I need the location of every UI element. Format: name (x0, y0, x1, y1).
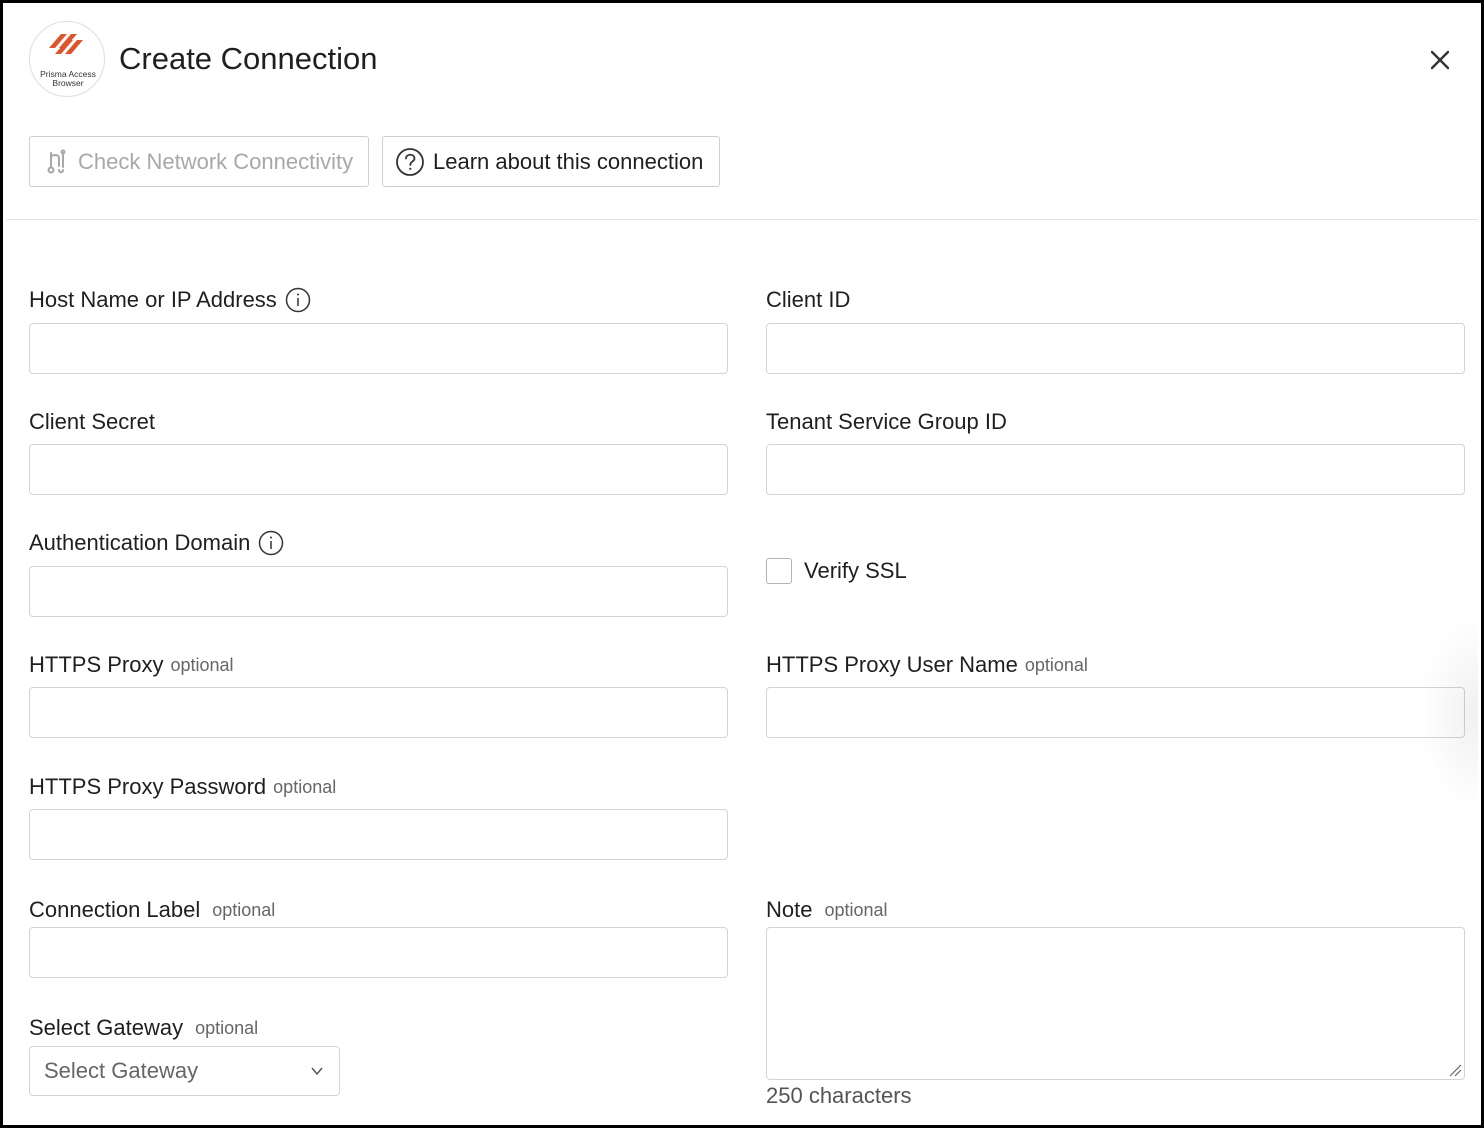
note-label-text: Note (766, 897, 813, 922)
info-icon[interactable] (285, 287, 311, 313)
authentication-domain-label-text: Authentication Domain (29, 530, 251, 555)
learn-about-connection-button[interactable]: Learn about this connection (382, 136, 720, 187)
connection-label-label: Connection Label optional (29, 896, 275, 924)
gateway-select[interactable]: Select Gateway (29, 1046, 340, 1096)
tenant-service-group-id-label-text: Tenant Service Group ID (766, 409, 1007, 434)
client-id-label: Client ID (766, 286, 850, 314)
close-button[interactable] (1423, 43, 1457, 77)
resize-handle-icon[interactable] (1448, 1063, 1462, 1077)
info-icon[interactable] (258, 530, 284, 556)
optional-tag: optional (212, 900, 276, 920)
host-name-label: Host Name or IP Address (29, 286, 311, 314)
https-proxy-password-input[interactable] (29, 809, 728, 860)
client-id-label-text: Client ID (766, 287, 851, 312)
header-divider (6, 219, 1478, 220)
note-character-counter: 250 characters (766, 1083, 912, 1108)
question-circle-icon (395, 147, 425, 177)
chevron-down-icon (311, 1067, 323, 1076)
check-network-connectivity-button[interactable]: Check Network Connectivity (29, 136, 369, 187)
connection-label-label-text: Connection Label (29, 897, 201, 922)
tenant-service-group-id-input[interactable] (766, 444, 1465, 495)
client-secret-label-text: Client Secret (29, 409, 155, 434)
https-proxy-user-name-label: HTTPS Proxy User Name optional (766, 651, 1088, 679)
select-gateway-label-text: Select Gateway (29, 1015, 184, 1040)
optional-tag: optional (195, 1018, 259, 1038)
client-id-input[interactable] (766, 323, 1465, 374)
learn-about-connection-label: Learn about this connection (433, 148, 704, 174)
connection-label-input[interactable] (29, 927, 728, 978)
https-proxy-password-label-text: HTTPS Proxy Password (29, 774, 267, 799)
https-proxy-label: HTTPS Proxy optional (29, 651, 234, 679)
network-connectivity-icon (44, 149, 70, 175)
logo-text-line2: Browser (52, 78, 84, 88)
client-secret-input[interactable] (29, 444, 728, 495)
optional-tag: optional (273, 777, 337, 797)
authentication-domain-label: Authentication Domain (29, 529, 284, 557)
prisma-access-browser-logo: Prisma Access Browser (29, 21, 105, 97)
note-textarea[interactable] (766, 927, 1465, 1080)
verify-ssl-checkbox[interactable] (766, 558, 792, 584)
optional-tag: optional (1024, 655, 1088, 675)
select-gateway-label: Select Gateway optional (29, 1014, 258, 1042)
verify-ssl-row[interactable]: Verify SSL (766, 558, 907, 584)
note-label: Note optional (766, 896, 888, 924)
authentication-domain-input[interactable] (29, 566, 728, 617)
dialog-title: Create Connection (119, 41, 378, 76)
client-secret-label: Client Secret (29, 408, 155, 436)
gateway-select-value: Select Gateway (44, 1058, 199, 1083)
tenant-service-group-id-label: Tenant Service Group ID (766, 408, 1007, 436)
close-icon (1430, 50, 1450, 70)
optional-tag: optional (170, 655, 234, 675)
https-proxy-input[interactable] (29, 687, 728, 738)
https-proxy-user-name-input[interactable] (766, 687, 1465, 738)
host-name-label-text: Host Name or IP Address (29, 287, 277, 312)
https-proxy-user-name-label-text: HTTPS Proxy User Name (766, 652, 1018, 677)
verify-ssl-label: Verify SSL (804, 558, 907, 583)
create-connection-dialog: Prisma Access Browser Create Connection … (0, 0, 1484, 1128)
check-network-connectivity-label: Check Network Connectivity (78, 148, 354, 174)
optional-tag: optional (824, 900, 888, 920)
https-proxy-password-label: HTTPS Proxy Password optional (29, 773, 336, 801)
host-name-input[interactable] (29, 323, 728, 374)
https-proxy-label-text: HTTPS Proxy (29, 652, 164, 677)
